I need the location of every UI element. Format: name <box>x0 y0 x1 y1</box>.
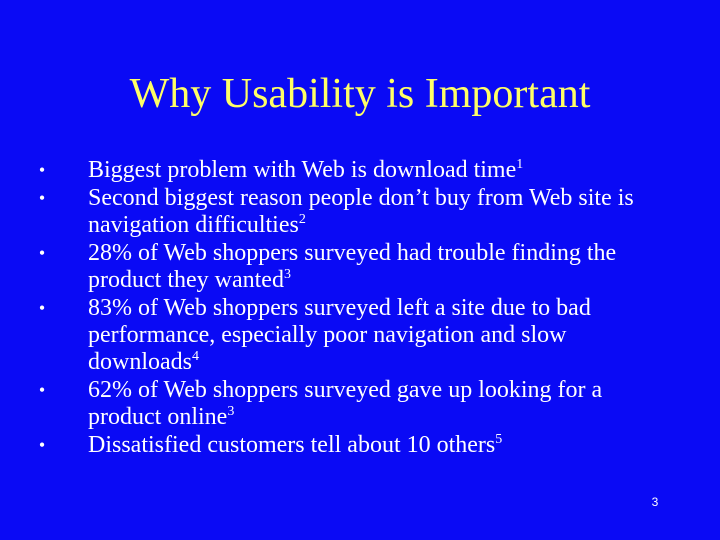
bullet-text: 28% of Web shoppers surveyed had trouble… <box>88 240 617 293</box>
bullet-icon: • <box>38 435 46 455</box>
bullet-icon: • <box>38 243 46 263</box>
bullet-text: Biggest problem with Web is download tim… <box>88 157 517 183</box>
bullet-text: 62% of Web shoppers surveyed gave up loo… <box>88 377 603 430</box>
bullet-item: • Dissatisfied customers tell about 10 o… <box>26 432 666 459</box>
bullet-icon: • <box>38 380 46 400</box>
footnote-ref: 3 <box>283 267 291 282</box>
footnote-ref: 4 <box>192 349 199 364</box>
bullet-icon: • <box>38 160 46 180</box>
footnote-ref: 2 <box>298 212 306 227</box>
page-number: 3 <box>651 495 659 509</box>
footnote-ref: 3 <box>227 404 235 419</box>
slide: Why Usability is Important • Biggest pro… <box>0 0 720 540</box>
bullet-icon: • <box>38 188 46 208</box>
bullet-item: • 28% of Web shoppers surveyed had troub… <box>26 240 666 294</box>
bullet-list: • Biggest problem with Web is download t… <box>26 157 666 460</box>
bullet-item: • Second biggest reason people don’t buy… <box>26 185 666 239</box>
bullet-text: Dissatisfied customers tell about 10 oth… <box>88 432 496 458</box>
footnote-ref: 1 <box>516 157 524 172</box>
slide-title: Why Usability is Important <box>129 71 591 117</box>
bullet-icon: • <box>38 298 46 318</box>
bullet-text: 83% of Web shoppers surveyed left a site… <box>88 295 591 375</box>
bullet-item: • Biggest problem with Web is download t… <box>26 157 666 184</box>
bullet-item: • 83% of Web shoppers surveyed left a si… <box>26 295 666 376</box>
bullet-text: Second biggest reason people don’t buy f… <box>88 185 634 238</box>
bullet-item: • 62% of Web shoppers surveyed gave up l… <box>26 377 666 431</box>
footnote-ref: 5 <box>495 432 503 447</box>
